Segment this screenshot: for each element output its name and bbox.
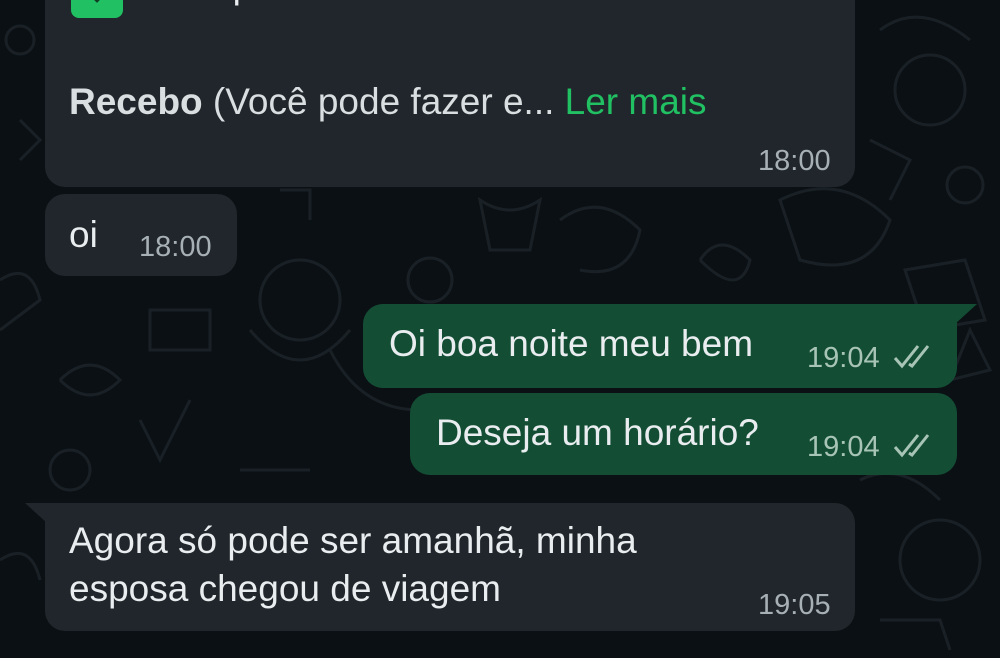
bubble-tail [25,503,47,523]
double-check-icon [893,434,930,458]
check-icon [71,0,123,18]
message-time: 18:00 [139,231,212,263]
message-time: 19:04 [807,431,880,463]
message-bubble-incoming[interactable]: oi 18:00 [45,194,237,276]
message-text-line: esposa chegou de viagem [69,568,501,609]
read-more-link[interactable]: Ler mais [565,81,707,122]
message-preview-text: (Você pode fazer e... [202,81,555,122]
message-time: 19:04 [807,342,880,374]
message-time: 19:05 [758,589,831,621]
double-check-icon [893,345,930,369]
message-preview: Recebo (Você pode fazer e... Ler mais [69,78,707,125]
message-bubble-outgoing[interactable]: Oi boa noite meu bem 19:04 [363,304,957,388]
message-bold-prefix: Recebo [69,81,203,122]
message-text: Deseja um horário? [436,412,759,453]
message-text-line: Agora só pode ser amanhã, minha [69,520,637,561]
message-bubble-incoming[interactable]: Acompanhante Recebo (Você pode fazer e..… [45,0,855,187]
message-bubble-outgoing[interactable]: Deseja um horário? 19:04 [410,393,957,475]
message-time: 18:00 [758,145,831,177]
message-title: Acompanhante [138,0,387,9]
message-bubble-incoming[interactable]: Agora só pode ser amanhã, minha esposa c… [45,503,855,631]
message-text: oi [69,214,98,255]
bubble-tail [955,304,977,324]
message-text: Oi boa noite meu bem [389,323,754,364]
